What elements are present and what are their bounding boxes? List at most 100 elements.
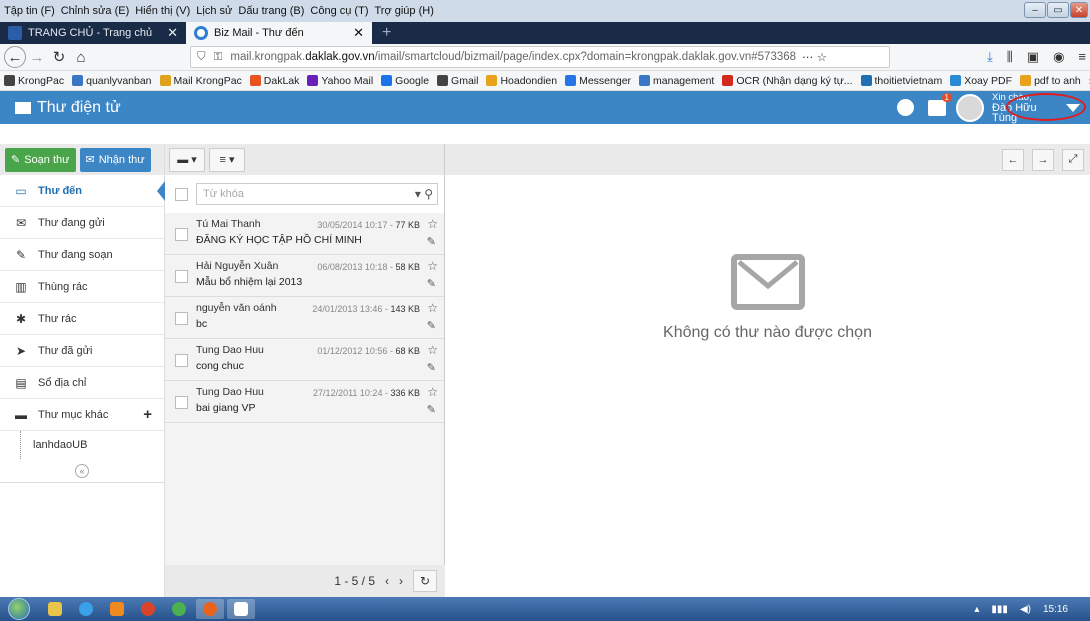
attachment-icon: ✎ (426, 320, 436, 332)
mail-checkbox[interactable] (175, 270, 188, 283)
volume-icon[interactable]: ◀) (1020, 604, 1031, 615)
start-button[interactable] (0, 597, 38, 621)
menu-icon[interactable]: ≡ (1078, 49, 1086, 65)
bookmark-item[interactable]: pdf to anh (1020, 75, 1081, 87)
bookmark-item[interactable]: Gmail (437, 75, 478, 87)
menu-item[interactable]: Tập tin (F) (4, 5, 55, 17)
bookmark-item[interactable]: Xoay PDF (950, 75, 1012, 87)
subfolder-lanhdaoub[interactable]: lanhdaoUB (20, 431, 164, 459)
page-actions-icon[interactable]: ⋯ ☆ (802, 50, 827, 64)
taskbar-media[interactable] (103, 599, 131, 619)
folder-item[interactable]: ✱ Thư rác (0, 303, 164, 335)
search-input[interactable]: Từ khóa ▾ ⚲ (196, 183, 438, 205)
clock[interactable]: 15:16 (1043, 604, 1068, 615)
bookmark-item[interactable]: KrongPac (4, 75, 64, 87)
mail-row[interactable]: Tung Dao Huu 01/12/2012 10:56 - 68 KB cong… (165, 339, 444, 381)
prev-page-icon[interactable]: ‹ (385, 574, 389, 588)
bookmark-item[interactable]: Messenger (565, 75, 631, 87)
close-window-button[interactable]: ✕ (1070, 2, 1088, 18)
mail-checkbox[interactable] (175, 312, 188, 325)
sidebar-icon[interactable]: ▣ (1027, 49, 1039, 65)
extension-icon[interactable]: ◉ (1053, 49, 1064, 65)
globe-icon[interactable] (897, 99, 914, 116)
taskbar-ie[interactable] (72, 599, 100, 619)
bookmark-item[interactable]: quanlyvanban (72, 75, 152, 87)
library-icon[interactable]: ⫼ (1007, 49, 1013, 65)
maximize-button[interactable]: ▭ (1047, 2, 1069, 18)
minimize-button[interactable]: – (1024, 2, 1046, 18)
menu-item[interactable]: Trợ giúp (H) (374, 5, 433, 17)
download-icon[interactable]: ⤓ (987, 49, 993, 65)
folder-item[interactable]: ▥ Thùng rác (0, 271, 164, 303)
avatar[interactable] (956, 93, 984, 122)
folder-item[interactable]: ✉ Thư đang gửi (0, 207, 164, 239)
next-mail-button[interactable]: → (1032, 148, 1054, 171)
folder-item[interactable]: ▬ Thư mục khác + (0, 399, 164, 431)
expand-icon[interactable]: ⤢ (1062, 148, 1084, 171)
close-tab-icon[interactable]: ✕ (167, 25, 178, 41)
select-all-checkbox[interactable] (175, 187, 188, 201)
bookmark-item[interactable]: Yahoo Mail (307, 75, 373, 87)
previous-mail-button[interactable]: ← (1002, 148, 1024, 171)
browser-tab-home[interactable]: TRANG CHỦ - Trang chủ ✕ (0, 22, 186, 44)
bookmark-item[interactable]: Google (381, 75, 429, 87)
new-tab-button[interactable]: + (372, 22, 401, 44)
mail-row[interactable]: Tung Dao Huu 27/12/2011 10:24 - 336 KB bai… (165, 381, 444, 423)
bookmark-item[interactable]: management (639, 75, 714, 87)
menu-item[interactable]: Công cụ (T) (310, 5, 368, 17)
taskbar-chrome[interactable] (134, 599, 162, 619)
tray-arrow-icon[interactable]: ▴ (974, 604, 979, 615)
address-bar[interactable]: ⛉ ⚿ mail.krongpak. daklak.gov.vn/imail/sm… (190, 46, 890, 68)
folder-item[interactable]: ▤ Sổ địa chỉ (0, 367, 164, 399)
star-icon[interactable]: ☆ (427, 385, 438, 399)
receive-button[interactable]: ✉ Nhận thư (79, 147, 151, 172)
folder-item[interactable]: ✎ Thư đang soạn (0, 239, 164, 271)
folder-item[interactable]: ▭ Thư đến (0, 175, 165, 207)
mail-row[interactable]: Tú Mai Thanh 30/05/2014 10:17 - 77 KB ĐĂNG… (165, 213, 444, 255)
browser-tab-mail[interactable]: Biz Mail - Thư đến ✕ (186, 22, 372, 44)
apps-icon[interactable]: 1 (928, 92, 952, 116)
menu-item[interactable]: Hiển thị (V) (135, 5, 190, 17)
reload-button[interactable]: ↻ (48, 46, 70, 68)
mail-row[interactable]: nguyễn văn oánh 24/01/2013 13:46 - 143 KB… (165, 297, 444, 339)
bookmark-item[interactable]: thoitietvietnam (860, 75, 942, 87)
menu-item[interactable]: Lịch sử (196, 5, 232, 17)
bookmark-item[interactable]: Hoadondien (486, 75, 557, 87)
home-button[interactable]: ⌂ (70, 46, 92, 68)
star-icon[interactable]: ☆ (427, 343, 438, 357)
star-icon[interactable]: ☆ (427, 301, 438, 315)
more-actions-button[interactable]: ≡ ▾ (209, 147, 245, 172)
search-icon[interactable]: ▾ ⚲ (415, 187, 433, 201)
network-icon[interactable]: ▮▮▮ (991, 604, 1008, 615)
menu-item[interactable]: Dấu trang (B) (238, 5, 304, 17)
star-icon[interactable]: ☆ (427, 217, 438, 231)
star-icon[interactable]: ☆ (427, 259, 438, 273)
collapse-sidebar-icon[interactable]: « (75, 463, 89, 478)
taskbar-word[interactable] (227, 599, 255, 619)
refresh-button[interactable]: ↻ (413, 570, 437, 592)
move-folder-button[interactable]: ▬ ▾ (169, 147, 205, 172)
taskbar-app[interactable] (165, 599, 193, 619)
empty-state: Không có thư nào được chọn (445, 254, 1090, 342)
next-page-icon[interactable]: › (399, 574, 403, 588)
bookmark-item[interactable]: OCR (Nhận dạng ký tự... (722, 75, 853, 87)
bookmark-favicon-icon (72, 75, 84, 86)
mail-row[interactable]: Hải Nguyễn Xuân 06/08/2013 10:18 - 58 KB M… (165, 255, 444, 297)
mail-checkbox[interactable] (175, 396, 188, 409)
bookmark-label: Yahoo Mail (321, 74, 374, 87)
bookmark-item[interactable]: Mail KrongPac (159, 75, 242, 87)
bookmark-item[interactable]: DakLak (249, 75, 299, 87)
mail-checkbox[interactable] (175, 228, 188, 241)
compose-button[interactable]: ✎ Soạn thư (5, 147, 76, 172)
attachment-icon: ✎ (426, 278, 436, 290)
back-button[interactable]: ← (4, 46, 26, 68)
menu-item[interactable]: Chỉnh sửa (E) (61, 5, 130, 17)
folder-item[interactable]: ➤ Thư đã gửi (0, 335, 164, 367)
forward-button[interactable]: → (26, 46, 48, 68)
firefox-icon (203, 602, 217, 616)
taskbar-explorer[interactable] (41, 599, 69, 619)
taskbar-firefox[interactable] (196, 599, 224, 619)
add-folder-icon[interactable]: + (143, 406, 152, 423)
mail-checkbox[interactable] (175, 354, 188, 367)
close-tab-icon[interactable]: ✕ (353, 25, 364, 41)
